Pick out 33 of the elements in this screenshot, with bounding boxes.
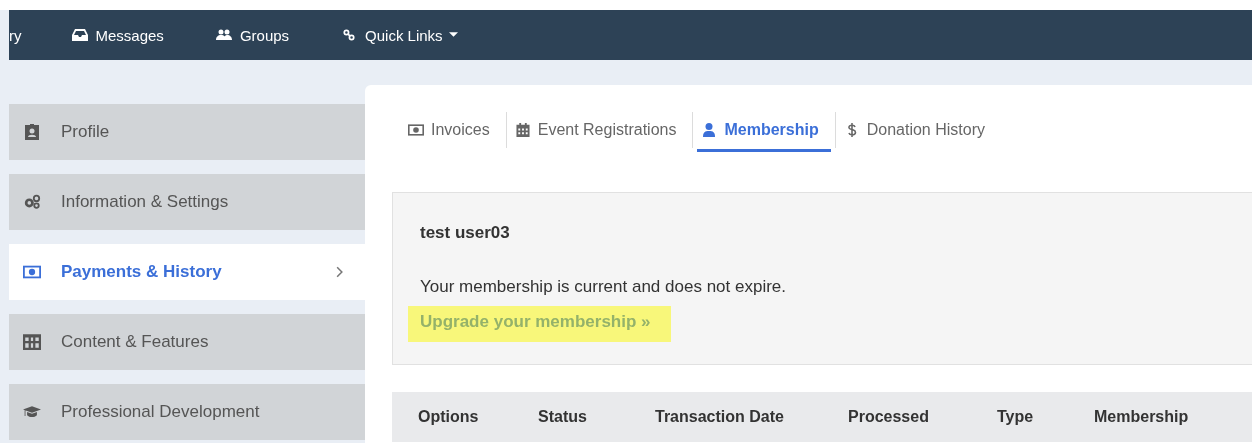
column-header: Transaction Date (655, 408, 785, 426)
table-icon (23, 334, 41, 350)
tab[interactable]: Donation History (839, 111, 997, 152)
sidebar-item[interactable]: Professional Development (9, 384, 365, 440)
nav-link[interactable]: Quick Links (341, 26, 458, 44)
column-header: Type (997, 408, 1035, 426)
column-header: Options (418, 408, 480, 426)
calendar-icon (514, 123, 531, 137)
gears-icon (23, 194, 41, 210)
inbox-icon (71, 29, 88, 41)
money-icon (408, 123, 424, 137)
id-badge-icon (23, 124, 41, 140)
column-header: Membership (1094, 408, 1189, 426)
tab[interactable]: Event Registrations (510, 111, 689, 152)
nav-link[interactable]: ry (9, 26, 22, 44)
nav-link[interactable]: Groups (215, 26, 290, 44)
money-icon (23, 264, 41, 280)
membership-status: Your membership is current and does not expire. (420, 277, 787, 297)
user-icon (701, 123, 718, 137)
column-header: Processed (848, 408, 930, 426)
sidebar-item[interactable]: Payments & History (9, 244, 365, 300)
graduation-cap-icon (23, 404, 41, 420)
sidebar-item[interactable]: Information & Settings (9, 174, 365, 230)
nav-link[interactable]: Messages (71, 26, 164, 44)
member-name: test user03 (420, 223, 511, 243)
tab[interactable]: Invoices (406, 111, 502, 152)
users-icon (215, 29, 232, 41)
tab[interactable]: Membership (697, 111, 831, 152)
sidebar-item[interactable]: Content & Features (9, 314, 365, 370)
link-icon (341, 29, 358, 41)
sidebar-item[interactable]: Profile (9, 104, 365, 160)
chevron-right-icon (336, 266, 343, 278)
column-header: Status (538, 408, 588, 426)
